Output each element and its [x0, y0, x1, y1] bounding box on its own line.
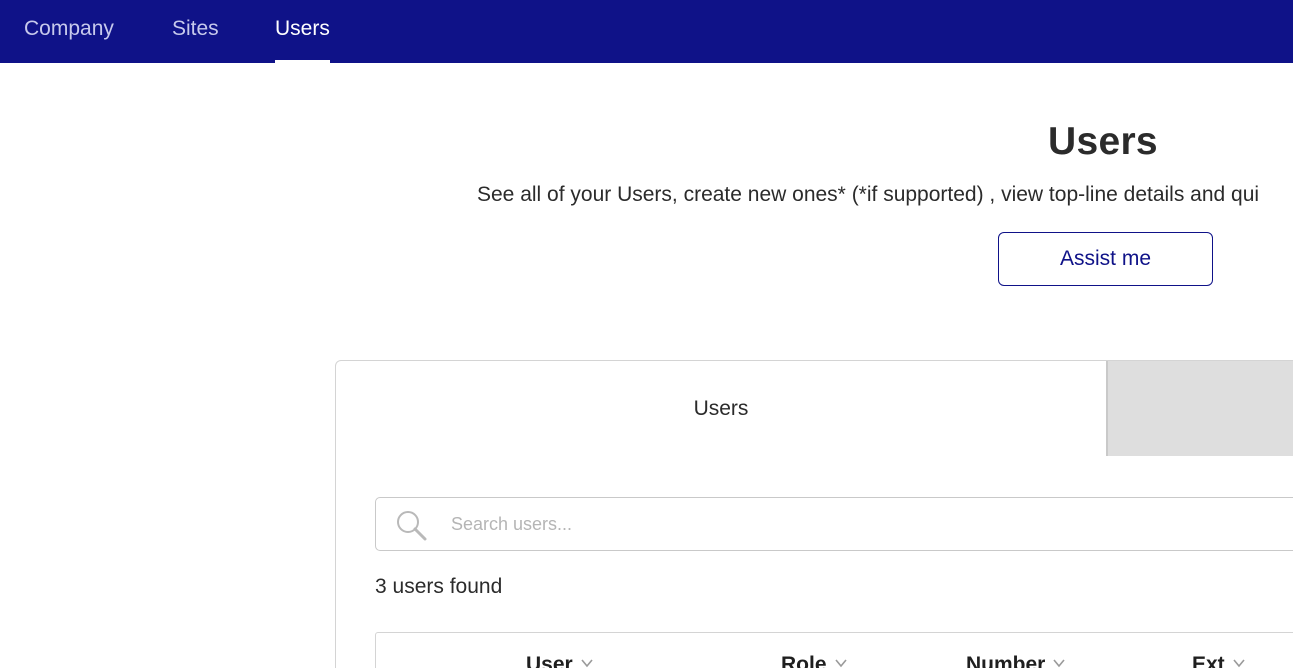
nav-item-users[interactable]: Users	[275, 0, 330, 63]
tab-users[interactable]: Users	[336, 361, 1106, 456]
search-box	[375, 497, 1293, 551]
page-subtitle: See all of your Users, create new ones* …	[477, 183, 1260, 206]
column-header-ext[interactable]: Ext	[1192, 653, 1245, 668]
nav-item-company[interactable]: Company	[24, 0, 114, 63]
search-icon	[397, 511, 427, 541]
nav-item-sites[interactable]: Sites	[172, 0, 219, 63]
chevron-down-icon	[834, 659, 847, 668]
column-header-label: Role	[781, 653, 827, 668]
chevron-down-icon	[581, 659, 593, 668]
column-header-label: User	[526, 653, 573, 668]
column-header-user[interactable]: User	[526, 653, 593, 668]
chevron-down-icon	[1053, 659, 1065, 668]
tab-secondary[interactable]	[1106, 361, 1293, 456]
page-title: Users	[1048, 120, 1158, 163]
assist-me-button[interactable]: Assist me	[998, 232, 1213, 286]
search-input[interactable]	[451, 499, 1291, 549]
users-found-count: 3 users found	[375, 575, 503, 598]
top-nav: Company Sites Users	[0, 0, 1293, 63]
chevron-down-icon	[1233, 659, 1245, 668]
users-card: Users 3 users found User Role Number Ext	[335, 360, 1293, 668]
users-table: User Role Number Ext	[375, 632, 1293, 668]
column-header-role[interactable]: Role	[781, 653, 847, 668]
column-header-label: Ext	[1192, 653, 1225, 668]
column-header-number[interactable]: Number	[966, 653, 1065, 668]
column-header-label: Number	[966, 653, 1046, 668]
